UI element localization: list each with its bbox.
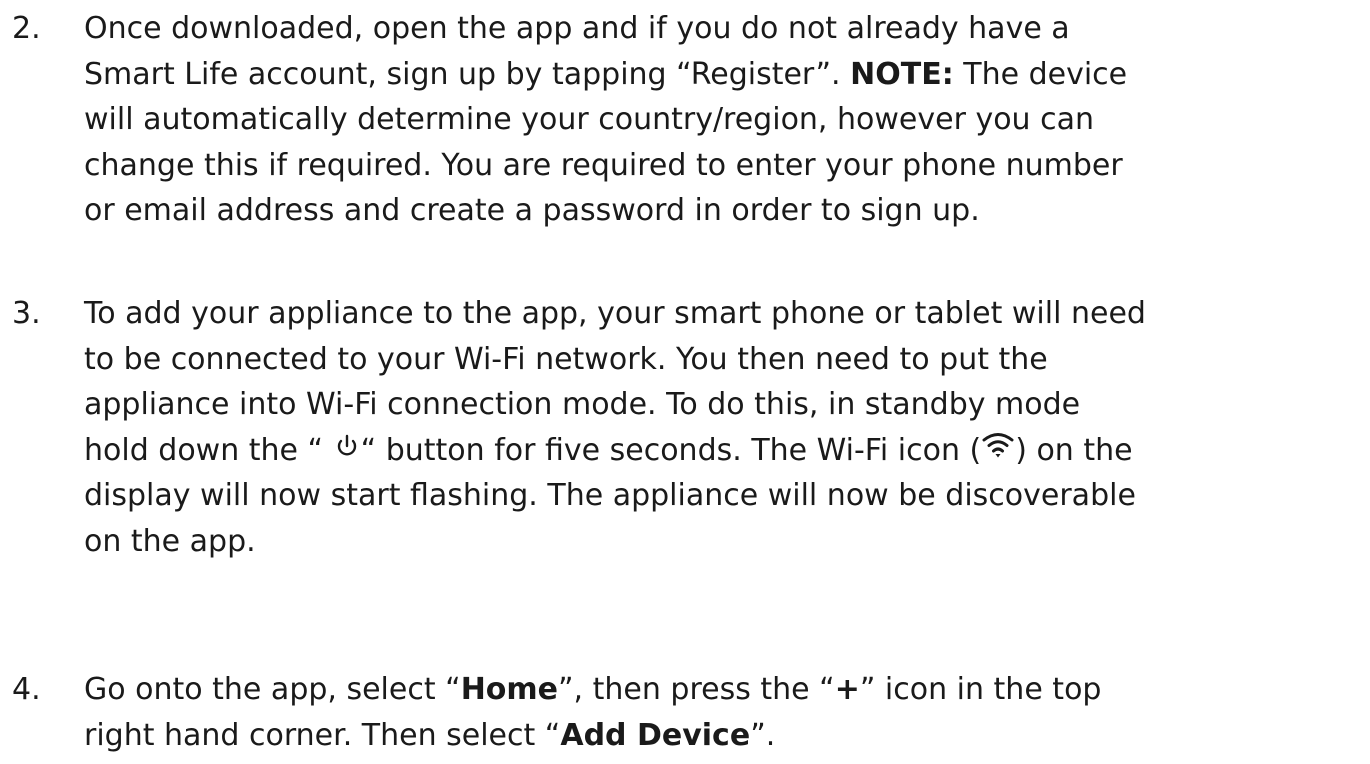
home-label: Home [460,672,559,707]
note-label: NOTE: [850,56,954,92]
wifi-icon [981,428,1015,474]
text-line: right hand corner. Then select “Add Devi… [84,717,776,753]
instruction-document: 2. Once downloaded, open the app and if … [0,0,1370,764]
text-line: will automatically determine your countr… [84,102,1094,137]
text-line: or email address and create a password i… [84,193,980,228]
plus-label: + [834,672,860,707]
text-line: Once downloaded, open the app and if you… [84,11,1070,46]
power-icon [333,428,361,474]
step-number: 4. [12,672,41,707]
add-device-label: Add Device [560,717,751,753]
text-line: hold down the “ “ button for five second… [84,428,1370,474]
text-line: Smart Life account, sign up by tapping “… [84,56,1128,92]
text-line: display will now start flashing. The app… [84,478,1136,513]
text-line: appliance into Wi-Fi connection mode. To… [84,387,1081,422]
step-text: Go onto the app, select “Home”, then pre… [84,667,1370,758]
text-line: to be connected to your Wi-Fi network. Y… [84,341,1048,377]
step-number: 3. [12,296,41,331]
step-number: 2. [12,11,41,46]
text-line: change this if required. You are require… [84,147,1123,183]
text-line: To add your appliance to the app, your s… [84,296,1146,331]
step-text: Once downloaded, open the app and if you… [84,6,1370,234]
text-line: on the app. [84,523,256,559]
step-text: To add your appliance to the app, your s… [84,291,1370,564]
text-line: Go onto the app, select “Home”, then pre… [84,672,1102,707]
